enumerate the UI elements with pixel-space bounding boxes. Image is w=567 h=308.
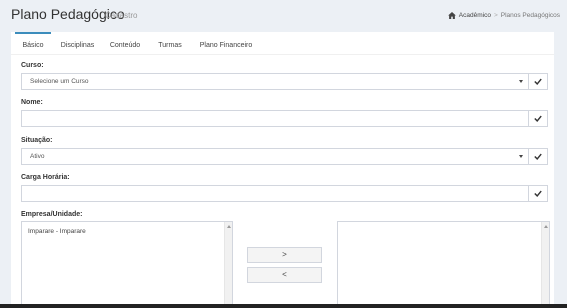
curso-select[interactable]: Selecione um Curso bbox=[21, 73, 529, 90]
breadcrumb-separator: > bbox=[493, 12, 498, 19]
carga-label: Carga Horária: bbox=[21, 174, 70, 181]
carga-input[interactable] bbox=[21, 185, 529, 202]
home-icon bbox=[447, 12, 456, 19]
carga-confirm-button[interactable] bbox=[529, 185, 548, 202]
tab-basico[interactable]: Básico bbox=[15, 32, 51, 55]
curso-label: Curso: bbox=[21, 62, 44, 69]
curso-row: Selecione um Curso bbox=[21, 73, 548, 90]
situacao-label: Situação: bbox=[21, 137, 53, 144]
tab-turmas[interactable]: Turmas bbox=[154, 32, 186, 55]
scrollbar[interactable] bbox=[224, 222, 232, 308]
check-icon bbox=[534, 190, 542, 197]
tab-plano-financeiro[interactable]: Plano Financeiro bbox=[196, 32, 256, 55]
breadcrumb-item-academico[interactable]: Acadêmico bbox=[459, 12, 491, 19]
check-icon bbox=[534, 153, 542, 160]
breadcrumb: Acadêmico > Planos Pedagógicos bbox=[447, 12, 560, 19]
breadcrumb-item-planos: Planos Pedagógicos bbox=[500, 12, 560, 19]
available-units-list[interactable]: Imparare - Imparare bbox=[21, 221, 233, 308]
remove-unit-button[interactable]: < bbox=[247, 267, 322, 283]
add-unit-button[interactable]: > bbox=[247, 247, 322, 263]
situacao-select-value: Ativo bbox=[30, 153, 45, 160]
nome-confirm-button[interactable] bbox=[529, 110, 548, 127]
check-icon bbox=[534, 115, 542, 122]
empresa-label: Empresa/Unidade: bbox=[21, 211, 83, 218]
page-header: Plano Pedagógico Cadastro Acadêmico > Pl… bbox=[0, 0, 567, 30]
tab-disciplinas[interactable]: Disciplinas bbox=[57, 32, 98, 55]
situacao-row: Ativo bbox=[21, 148, 548, 165]
situacao-select[interactable]: Ativo bbox=[21, 148, 529, 165]
chevron-down-icon bbox=[519, 155, 523, 158]
page-subtitle: Cadastro bbox=[105, 11, 138, 20]
curso-select-value: Selecione um Curso bbox=[30, 78, 89, 85]
scrollbar[interactable] bbox=[541, 222, 549, 308]
tab-bar: Básico Disciplinas Conteúdo Turmas Plano… bbox=[11, 32, 554, 55]
situacao-confirm-button[interactable] bbox=[529, 148, 548, 165]
tab-conteudo[interactable]: Conteúdo bbox=[107, 32, 143, 55]
selected-units-list[interactable] bbox=[337, 221, 550, 308]
curso-confirm-button[interactable] bbox=[529, 73, 548, 90]
taskbar-strip bbox=[0, 304, 567, 308]
check-icon bbox=[534, 78, 542, 85]
scroll-up-icon[interactable] bbox=[544, 225, 548, 228]
chevron-down-icon bbox=[519, 80, 523, 83]
nome-row bbox=[21, 110, 548, 127]
carga-row bbox=[21, 185, 548, 202]
scroll-up-icon[interactable] bbox=[227, 225, 231, 228]
nome-label: Nome: bbox=[21, 99, 43, 106]
nome-input[interactable] bbox=[21, 110, 529, 127]
form-card: Básico Disciplinas Conteúdo Turmas Plano… bbox=[11, 32, 554, 308]
list-item[interactable]: Imparare - Imparare bbox=[28, 228, 86, 235]
